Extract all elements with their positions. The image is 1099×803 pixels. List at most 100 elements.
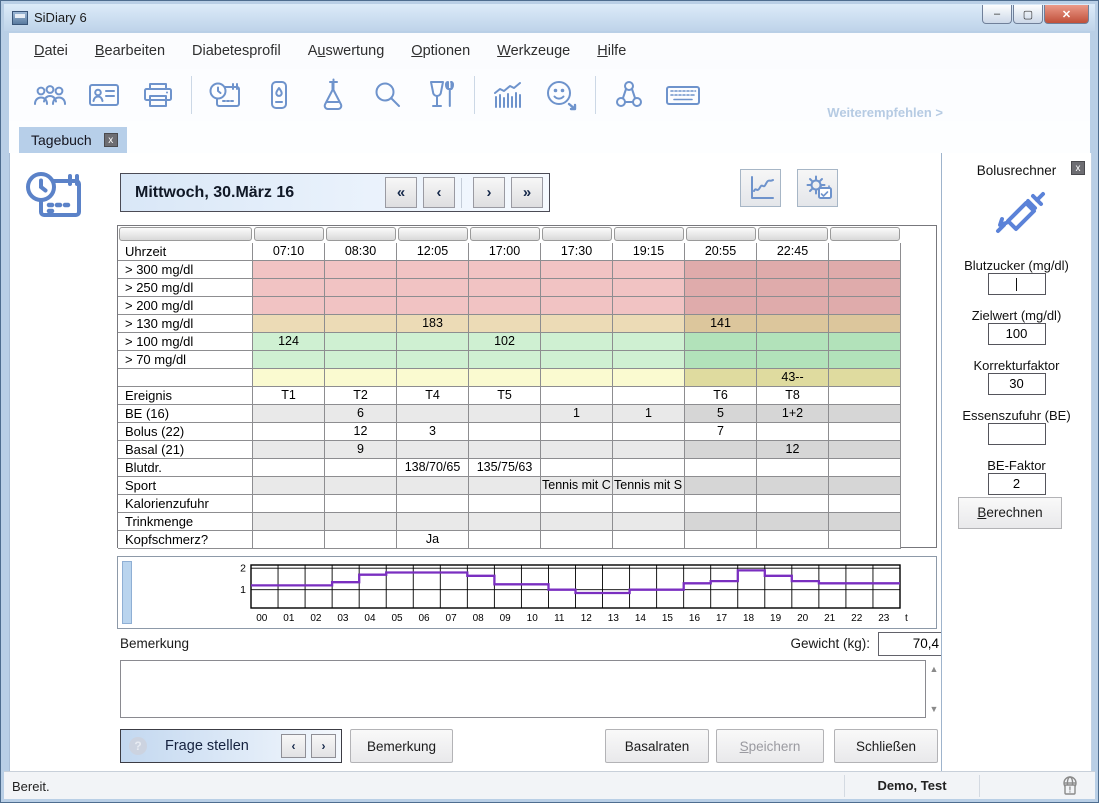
table-cell[interactable] xyxy=(469,531,541,549)
tab-close-icon[interactable]: x xyxy=(104,133,118,147)
table-cell[interactable]: 12 xyxy=(757,441,829,459)
table-cell[interactable]: 22:45 xyxy=(757,243,829,261)
table-cell[interactable] xyxy=(685,531,757,549)
table-cell[interactable]: 124 xyxy=(253,333,325,351)
table-cell[interactable] xyxy=(829,261,901,279)
table-cell[interactable] xyxy=(397,279,469,297)
menu-item-werkzeuge[interactable]: Werkzeuge xyxy=(497,43,570,59)
trend-chart-button[interactable] xyxy=(740,169,781,207)
column-header-button[interactable] xyxy=(398,227,468,241)
table-cell[interactable] xyxy=(541,297,613,315)
table-cell[interactable] xyxy=(469,297,541,315)
column-header-button[interactable] xyxy=(542,227,612,241)
column-header-button[interactable] xyxy=(326,227,396,241)
basalraten-button[interactable]: Basalraten xyxy=(605,729,709,763)
table-cell[interactable]: 141 xyxy=(685,315,757,333)
table-cell[interactable] xyxy=(397,351,469,369)
table-cell[interactable] xyxy=(757,495,829,513)
table-cell[interactable]: T5 xyxy=(469,387,541,405)
table-cell[interactable] xyxy=(325,279,397,297)
statistics-icon[interactable] xyxy=(481,75,535,115)
table-cell[interactable] xyxy=(829,477,901,495)
minimize-button[interactable]: – xyxy=(982,5,1012,24)
table-cell[interactable] xyxy=(757,531,829,549)
search-icon[interactable] xyxy=(360,75,414,115)
table-cell[interactable] xyxy=(541,387,613,405)
table-cell[interactable] xyxy=(757,423,829,441)
table-cell[interactable] xyxy=(613,495,685,513)
bolus-field-input[interactable] xyxy=(988,423,1046,445)
diary-icon[interactable] xyxy=(198,75,252,115)
table-cell[interactable]: 08:30 xyxy=(325,243,397,261)
table-cell[interactable] xyxy=(469,315,541,333)
table-cell[interactable] xyxy=(541,513,613,531)
table-cell[interactable] xyxy=(253,531,325,549)
bolus-close-icon[interactable]: x xyxy=(1071,161,1085,175)
table-cell[interactable] xyxy=(613,459,685,477)
table-cell[interactable]: 19:15 xyxy=(613,243,685,261)
table-cell[interactable] xyxy=(397,369,469,387)
settings-button[interactable] xyxy=(797,169,838,207)
table-cell[interactable] xyxy=(469,513,541,531)
table-cell[interactable] xyxy=(757,261,829,279)
table-cell[interactable]: 20:55 xyxy=(685,243,757,261)
table-cell[interactable] xyxy=(685,297,757,315)
table-cell[interactable] xyxy=(469,279,541,297)
table-cell[interactable] xyxy=(253,369,325,387)
table-cell[interactable] xyxy=(613,261,685,279)
table-cell[interactable] xyxy=(469,423,541,441)
table-cell[interactable]: Tennis mit S xyxy=(613,477,685,495)
table-cell[interactable] xyxy=(541,261,613,279)
speichern-button[interactable]: Speichern xyxy=(716,729,824,763)
table-cell[interactable] xyxy=(685,351,757,369)
lab-icon[interactable] xyxy=(306,75,360,115)
table-cell[interactable] xyxy=(685,369,757,387)
bolus-field-input[interactable]: 30 xyxy=(988,373,1046,395)
nav-next-button[interactable]: › xyxy=(473,177,505,208)
table-cell[interactable] xyxy=(613,513,685,531)
table-cell[interactable] xyxy=(613,531,685,549)
table-cell[interactable] xyxy=(613,423,685,441)
table-cell[interactable] xyxy=(469,261,541,279)
scroll-up-icon[interactable]: ▲ xyxy=(928,663,940,675)
table-cell[interactable] xyxy=(829,459,901,477)
ask-prev-button[interactable]: ‹ xyxy=(281,734,306,758)
tab-tagebuch[interactable]: Tagebuch x xyxy=(19,127,127,153)
table-cell[interactable] xyxy=(397,297,469,315)
column-header-button[interactable] xyxy=(254,227,324,241)
table-cell[interactable] xyxy=(397,333,469,351)
table-cell[interactable]: 12:05 xyxy=(397,243,469,261)
table-cell[interactable] xyxy=(613,279,685,297)
wellbeing-icon[interactable] xyxy=(535,75,589,115)
column-header-button[interactable] xyxy=(686,227,756,241)
table-cell[interactable]: Ja xyxy=(397,531,469,549)
table-cell[interactable] xyxy=(253,459,325,477)
nav-first-button[interactable]: « xyxy=(385,177,417,208)
table-cell[interactable] xyxy=(253,441,325,459)
table-cell[interactable] xyxy=(325,495,397,513)
table-cell[interactable] xyxy=(829,531,901,549)
table-cell[interactable] xyxy=(757,477,829,495)
table-cell[interactable] xyxy=(613,333,685,351)
table-cell[interactable] xyxy=(829,423,901,441)
table-cell[interactable] xyxy=(325,351,397,369)
table-cell[interactable] xyxy=(397,405,469,423)
table-cell[interactable] xyxy=(829,297,901,315)
table-cell[interactable] xyxy=(757,297,829,315)
table-cell[interactable] xyxy=(397,441,469,459)
table-cell[interactable] xyxy=(685,459,757,477)
table-cell[interactable] xyxy=(253,351,325,369)
table-cell[interactable] xyxy=(541,369,613,387)
table-cell[interactable]: 12 xyxy=(325,423,397,441)
table-cell[interactable]: 17:00 xyxy=(469,243,541,261)
table-cell[interactable] xyxy=(541,495,613,513)
table-cell[interactable] xyxy=(325,333,397,351)
table-cell[interactable]: 6 xyxy=(325,405,397,423)
table-cell[interactable] xyxy=(325,513,397,531)
table-cell[interactable] xyxy=(757,315,829,333)
table-cell[interactable]: 1+2 xyxy=(757,405,829,423)
table-cell[interactable] xyxy=(685,477,757,495)
table-cell[interactable] xyxy=(829,243,901,261)
table-cell[interactable] xyxy=(469,369,541,387)
table-cell[interactable]: 138/70/65 xyxy=(397,459,469,477)
